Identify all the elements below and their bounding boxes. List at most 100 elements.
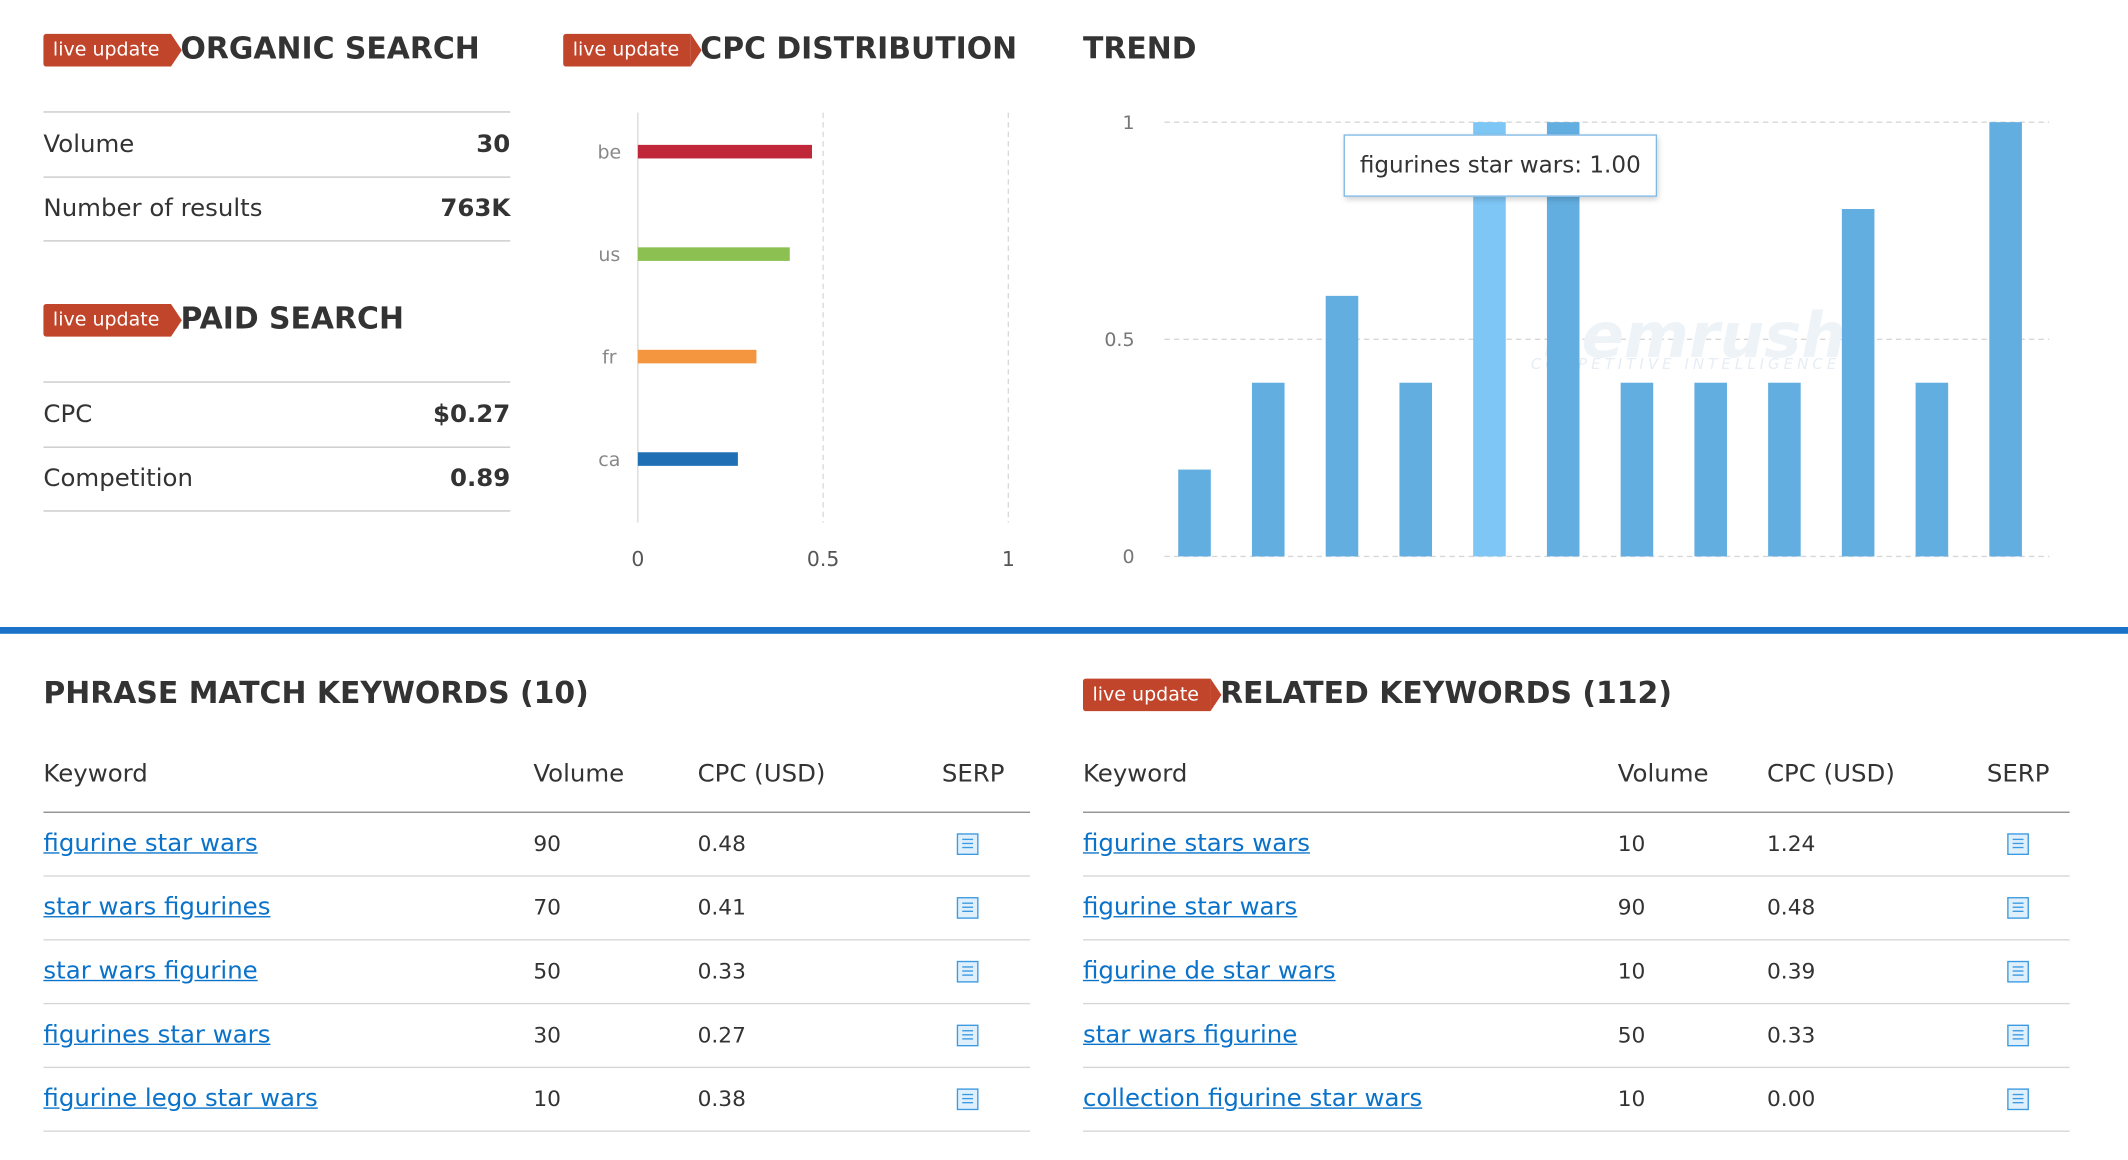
keyword-link[interactable]: star wars figurine	[1083, 1004, 1297, 1066]
x-tick-label: 1	[1002, 547, 1015, 571]
volume-cell: 50	[1617, 1021, 1646, 1048]
keyword-link[interactable]: figurine lego star wars	[43, 1068, 317, 1130]
serp-icon[interactable]	[956, 1024, 979, 1047]
serp-icon[interactable]	[2007, 833, 2029, 855]
table-header: Keyword Volume CPC (USD) SERP	[43, 744, 1031, 813]
volume-cell: 90	[1617, 894, 1646, 921]
y-tick-label: 0.5	[1104, 329, 1134, 351]
live-update-badge: live update	[43, 33, 184, 67]
cpc-distribution-title: CPC DISTRIBUTION	[700, 32, 1018, 67]
table-row: figurine de star wars 10 0.39	[1082, 940, 2070, 1005]
metric-value: 0.89	[449, 464, 511, 493]
phrase-match-table: Keyword Volume CPC (USD) SERP figurine s…	[43, 744, 1031, 1132]
column-header-volume[interactable]: Volume	[1618, 744, 1709, 806]
bar	[637, 452, 738, 466]
volume-cell: 90	[533, 830, 561, 857]
paid-search-title: PAID SEARCH	[180, 302, 404, 337]
category-label: fr	[602, 346, 617, 368]
keyword-link[interactable]: star wars figurine	[43, 940, 257, 1002]
cpc-cell: 0.00	[1766, 1085, 1816, 1112]
keyword-link[interactable]: collection figurine star wars	[1083, 1068, 1422, 1130]
bar	[1768, 382, 1801, 557]
serp-icon[interactable]	[956, 897, 979, 919]
table-row: figurine stars wars 10 1.24	[1082, 813, 2070, 877]
category-label: us	[598, 244, 620, 266]
bar	[1178, 469, 1211, 557]
metric-value: $0.27	[433, 400, 511, 429]
tooltip-label: figurines star wars:	[1359, 151, 1583, 180]
table-row: star wars figurines 70 0.41	[43, 877, 1031, 941]
metric-label: CPC	[43, 400, 93, 429]
divider	[43, 240, 511, 242]
live-update-badge: live update	[43, 303, 184, 337]
volume-cell: 10	[533, 1085, 561, 1112]
column-header-keyword[interactable]: Keyword	[1083, 744, 1187, 806]
cpc-cell: 0.41	[697, 894, 746, 921]
table-row: figurine lego star wars 10 0.38	[43, 1068, 1031, 1132]
serp-icon[interactable]	[2007, 1088, 2029, 1111]
serp-icon[interactable]	[2007, 960, 2029, 983]
cpc-cell: 0.39	[1766, 958, 1816, 984]
cpc-cell: 0.48	[1766, 894, 1816, 921]
x-tick-label: 0	[631, 547, 644, 571]
serp-icon[interactable]	[956, 1088, 979, 1111]
organic-search-title: ORGANIC SEARCH	[180, 32, 480, 67]
serp-icon[interactable]	[956, 960, 979, 983]
live-update-badge: live update	[1082, 678, 1223, 712]
column-header-keyword[interactable]: Keyword	[43, 744, 147, 806]
cpc-cell: 0.33	[1766, 1021, 1816, 1048]
column-header-cpc[interactable]: CPC (USD)	[1767, 744, 1895, 806]
metric-row-cpc: CPC $0.27	[43, 383, 510, 447]
cpc-cell: 0.27	[697, 1021, 746, 1048]
keyword-link[interactable]: figurine de star wars	[1083, 940, 1336, 1002]
volume-cell: 30	[533, 1021, 561, 1048]
cpc-distribution-chart: 0 0.5 1 be us fr ca	[597, 112, 1015, 571]
bar	[637, 144, 812, 159]
bar	[1915, 382, 1949, 557]
bar	[1251, 382, 1285, 557]
trend-title: TREND	[1082, 32, 1197, 67]
metric-value: 763K	[440, 194, 511, 223]
volume-cell: 70	[533, 894, 561, 921]
metric-value: 30	[476, 130, 511, 159]
y-tick-label: 1	[1122, 112, 1134, 134]
column-header-cpc[interactable]: CPC (USD)	[698, 744, 826, 806]
metric-label: Competition	[43, 464, 193, 493]
keyword-link[interactable]: figurines star wars	[43, 1004, 270, 1066]
cpc-cell: 0.48	[697, 830, 746, 857]
section-divider	[0, 626, 2128, 634]
bar	[1989, 122, 2022, 557]
table-row: star wars figurine 50 0.33	[43, 940, 1031, 1005]
volume-cell: 10	[1617, 830, 1646, 857]
category-label: be	[597, 141, 621, 163]
phrase-match-title: PHRASE MATCH KEYWORDS (10)	[43, 677, 589, 712]
table-row: collection figurine star wars 10 0.00	[1082, 1068, 2070, 1132]
serp-icon[interactable]	[2007, 1024, 2029, 1047]
volume-cell: 50	[533, 958, 561, 984]
metric-row-volume: Volume 30	[43, 113, 510, 177]
cpc-cell: 0.33	[697, 958, 746, 984]
related-keywords-table: Keyword Volume CPC (USD) SERP figurine s…	[1082, 744, 2070, 1132]
category-label: ca	[598, 449, 620, 471]
cpc-cell: 1.24	[1766, 830, 1816, 857]
serp-icon[interactable]	[956, 833, 979, 855]
keyword-link[interactable]: figurine star wars	[1083, 877, 1297, 939]
column-header-volume[interactable]: Volume	[533, 744, 624, 806]
keyword-link[interactable]: figurine star wars	[43, 813, 257, 875]
serp-icon[interactable]	[2007, 897, 2029, 919]
metric-label: Number of results	[43, 194, 263, 223]
cpc-cell: 0.38	[697, 1085, 746, 1112]
table-row: star wars figurine 50 0.33	[1082, 1004, 2070, 1069]
metric-row-competition: Competition 0.89	[43, 446, 510, 510]
keyword-link[interactable]: star wars figurines	[43, 877, 270, 939]
live-update-badge: live update	[563, 33, 703, 67]
keyword-link[interactable]: figurine stars wars	[1083, 813, 1310, 875]
metric-label: Volume	[43, 130, 135, 159]
metric-row-results: Number of results 763K	[43, 176, 510, 240]
table-header: Keyword Volume CPC (USD) SERP	[1082, 744, 2070, 813]
bar	[637, 349, 757, 364]
tooltip-value: 1.00	[1589, 151, 1641, 180]
bar	[1841, 208, 1875, 557]
table-row: figurine star wars 90 0.48	[1082, 877, 2070, 941]
y-tick-label: 0	[1122, 546, 1134, 568]
